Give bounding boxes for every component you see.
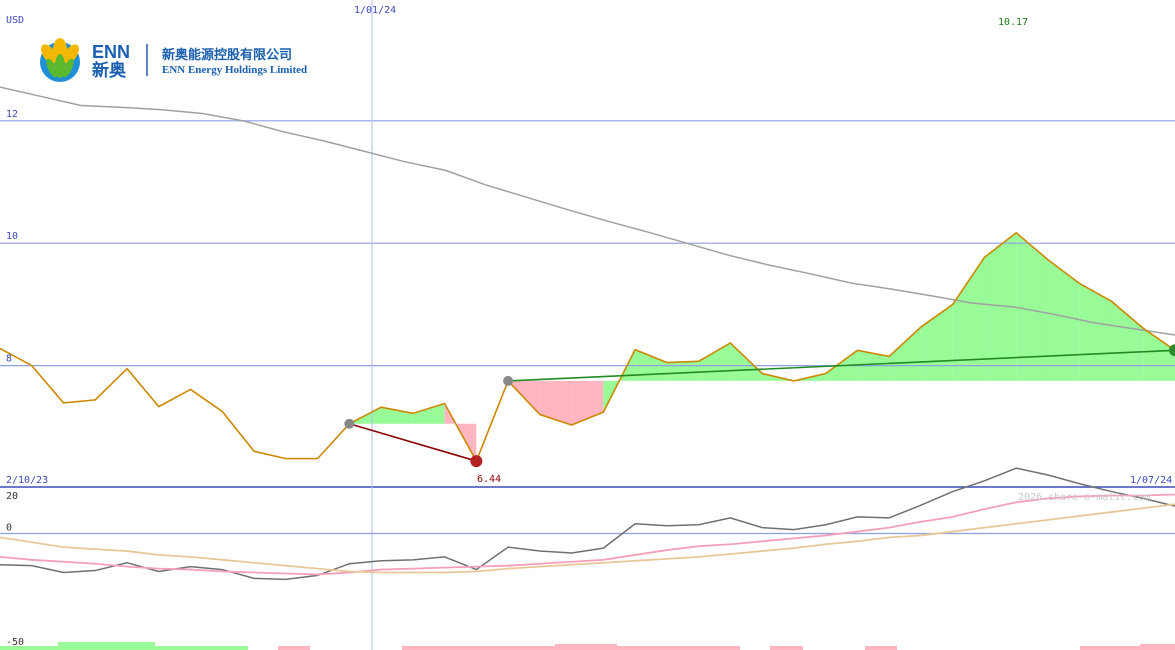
chart-stage: USD 1/01/24 10.17 6.44 2/10/23 1/07/24 2… — [0, 0, 1175, 650]
volume-bar — [525, 646, 555, 650]
currency-label: USD — [6, 15, 24, 26]
gain-fill — [952, 257, 985, 381]
axis-ticks: 8 10 12 -50 0 20 — [6, 109, 24, 648]
volume-bar — [92, 642, 155, 650]
y-tick-label: 12 — [6, 109, 18, 120]
gain-fill — [1047, 259, 1080, 381]
volume-bar — [617, 646, 648, 650]
gain-fill — [889, 327, 921, 381]
volume-bar — [1080, 646, 1140, 650]
osc-tick-label: -50 — [6, 637, 24, 648]
logo-brand-cn: 新奥 — [92, 60, 127, 81]
gain-fill — [1143, 328, 1175, 381]
volume-bar — [680, 646, 740, 650]
date-marker-label: 1/01/24 — [354, 5, 396, 16]
high-value-label: 10.17 — [998, 17, 1028, 28]
trend-line-down — [349, 422, 477, 462]
gain-fill — [666, 361, 699, 381]
volume-bar — [648, 646, 680, 650]
volume-bar — [462, 646, 493, 650]
logo-company-en: ENN Energy Holdings Limited — [162, 64, 307, 76]
gain-loss-fills — [0, 232, 1175, 650]
volume-bar — [155, 646, 218, 650]
start-date-label: 2/10/23 — [6, 475, 48, 486]
trend-start-marker — [344, 418, 355, 429]
oscillator-line — [0, 467, 1175, 581]
trend-start-marker — [503, 375, 514, 386]
watermark: 2026 share-o-matic.com — [1018, 492, 1150, 503]
y-tick-label: 10 — [6, 231, 18, 242]
volume-bar — [402, 646, 432, 650]
enn-flower-icon — [40, 38, 80, 82]
gain-fill — [698, 342, 731, 381]
company-logo: ENN 新奥 新奥能源控股有限公司 ENN Energy Holdings Li… — [40, 38, 307, 82]
volume-bar — [278, 646, 310, 650]
volume-bar — [218, 646, 248, 650]
gain-fill — [412, 403, 445, 424]
volume-bar — [770, 646, 803, 650]
low-marker — [470, 455, 483, 468]
volume-bar — [432, 646, 462, 650]
volume-bar — [58, 642, 92, 650]
loss-fill — [539, 380, 572, 425]
volume-bar — [555, 644, 617, 650]
oscillator-line — [0, 493, 1175, 576]
logo-company-cn: 新奥能源控股有限公司 — [162, 47, 292, 63]
volume-bar — [493, 646, 525, 650]
oscillator-line — [0, 503, 1175, 574]
volume-bar — [865, 646, 897, 650]
price-chart: USD 1/01/24 10.17 6.44 2/10/23 1/07/24 2… — [0, 0, 1175, 650]
low-value-label: 6.44 — [477, 474, 501, 485]
gain-fill — [1111, 301, 1144, 381]
end-date-label: 1/07/24 — [1130, 475, 1172, 486]
volume-bar — [1140, 644, 1175, 650]
y-tick-label: 8 — [6, 354, 12, 365]
logo-brand: ENN — [92, 42, 130, 62]
osc-tick-label: 20 — [6, 491, 18, 502]
osc-tick-label: 0 — [6, 523, 12, 534]
